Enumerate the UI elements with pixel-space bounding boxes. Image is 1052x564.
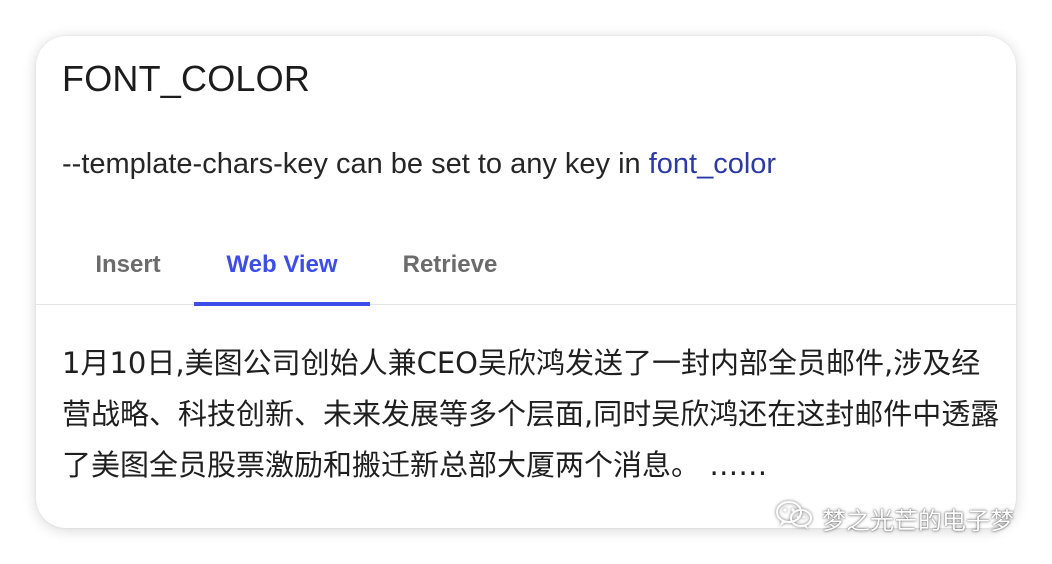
tab-web-view[interactable]: Web View	[194, 232, 370, 302]
tab-retrieve[interactable]: Retrieve	[376, 232, 524, 302]
description-line: --template-chars-key can be set to any k…	[62, 148, 776, 181]
active-tab-indicator	[194, 302, 370, 306]
wechat-icon	[774, 499, 814, 537]
font-color-link[interactable]: font_color	[649, 148, 776, 180]
description-text: --template-chars-key can be set to any k…	[62, 148, 649, 180]
web-view-content: 1月10日,美图公司创始人兼CEO吴欣鸿发送了一封内部全员邮件,涉及经营战略、科…	[62, 346, 1000, 482]
tab-bar: Insert Web View Retrieve	[36, 232, 1016, 305]
watermark: 梦之光芒的电子梦	[774, 500, 1014, 536]
watermark-text: 梦之光芒的电子梦	[822, 506, 1014, 535]
tab-insert[interactable]: Insert	[68, 232, 188, 302]
screenshot-canvas: FONT_COLOR --template-chars-key can be s…	[0, 0, 1052, 564]
card-title: FONT_COLOR	[62, 58, 311, 99]
font-color-card: FONT_COLOR --template-chars-key can be s…	[36, 36, 1016, 528]
